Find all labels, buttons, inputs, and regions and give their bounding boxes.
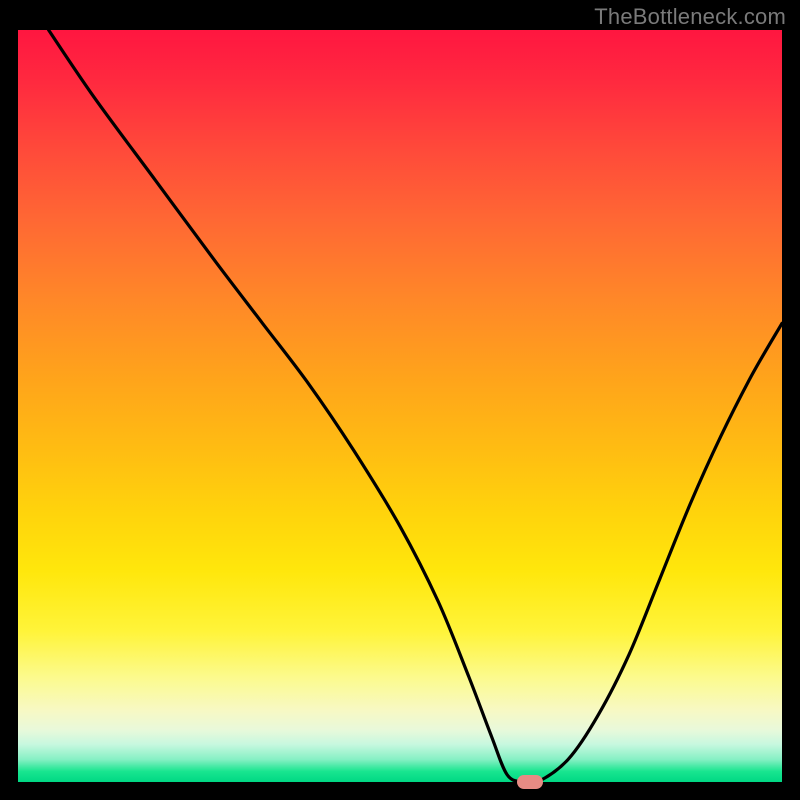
plot-area bbox=[18, 30, 782, 782]
optimum-marker bbox=[517, 775, 543, 789]
watermark-text: TheBottleneck.com bbox=[594, 4, 786, 30]
bottleneck-curve-path bbox=[49, 30, 782, 782]
chart-frame: TheBottleneck.com bbox=[0, 0, 800, 800]
curve-svg bbox=[18, 30, 782, 782]
